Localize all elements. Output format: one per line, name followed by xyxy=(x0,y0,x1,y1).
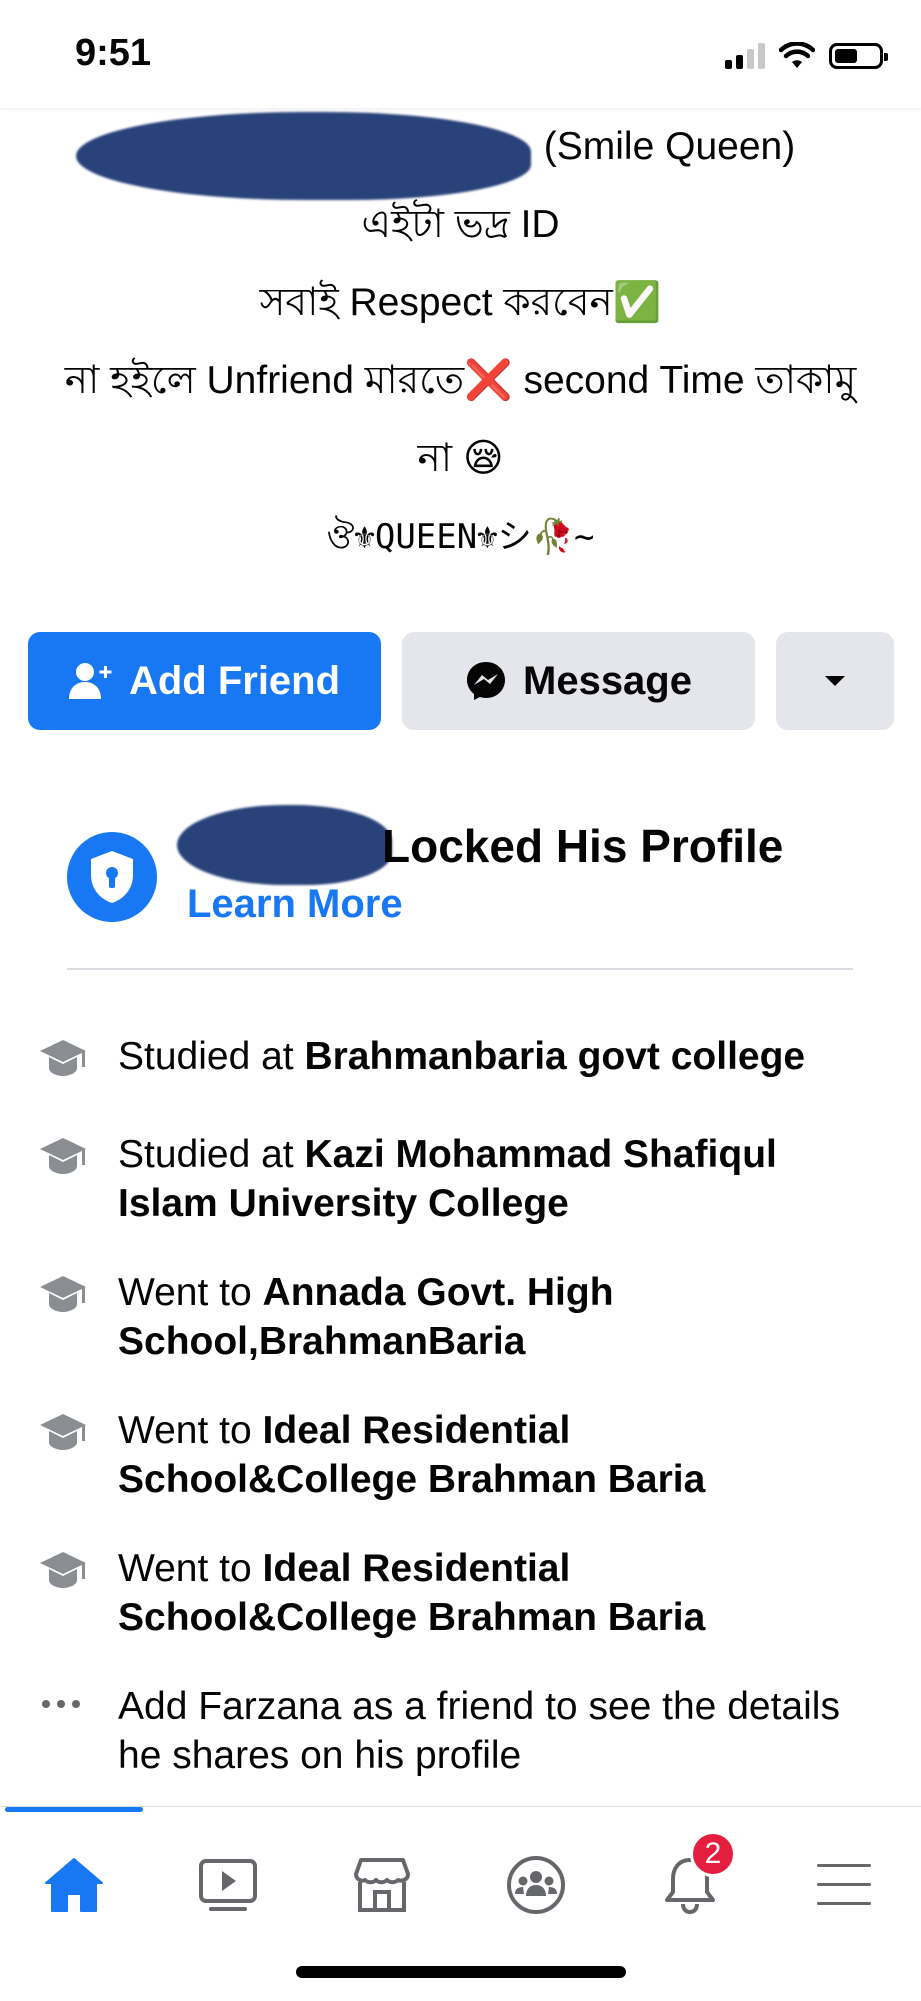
intro-text: Went to Ideal Residential School&College… xyxy=(118,1406,878,1504)
intro-text: Went to Ideal Residential School&College… xyxy=(118,1544,878,1642)
marketplace-icon xyxy=(354,1858,410,1912)
status-bar: 9:51 xyxy=(0,0,921,108)
home-icon xyxy=(45,1858,103,1912)
bio-name-line: (Smile Queen) xyxy=(0,108,921,200)
intro-more-text: Add Farzana as a friend to see the detai… xyxy=(118,1685,840,1777)
redacted-name-scribble-2 xyxy=(177,805,392,885)
status-time: 9:51 xyxy=(75,32,152,74)
bio-line-3: সবাই Respect করবেন✅ xyxy=(259,281,662,324)
locked-title: Locked His Profile xyxy=(382,820,784,872)
redacted-name-scribble xyxy=(76,112,531,200)
bio-line-5: না 😪 xyxy=(417,437,504,480)
home-indicator xyxy=(296,1966,626,1978)
add-person-icon xyxy=(68,663,112,699)
tab-watch[interactable] xyxy=(188,1845,268,1925)
profile-actions: Add Friend Message xyxy=(28,632,894,730)
intro-text: Went to Annada Govt. High School,Brahman… xyxy=(118,1268,878,1366)
battery-icon xyxy=(829,43,888,69)
intro-prefix: Went to xyxy=(118,1547,263,1590)
section-divider xyxy=(67,968,853,970)
intro-prefix: Studied at xyxy=(118,1133,305,1176)
watch-icon xyxy=(199,1859,257,1911)
bio-line-4: না হইলে Unfriend মারতে❌ second Time তাকা… xyxy=(64,359,857,402)
message-button[interactable]: Message xyxy=(402,632,755,730)
bio-line-2: এইটা ভদ্র ID xyxy=(361,203,560,246)
intro-prefix: Went to xyxy=(118,1409,263,1452)
cellular-signal-icon xyxy=(725,43,765,69)
graduation-cap-icon xyxy=(40,1414,86,1450)
bio-name-suffix: (Smile Queen) xyxy=(543,125,796,168)
intro-prefix: Went to xyxy=(118,1271,263,1314)
graduation-cap-icon xyxy=(40,1040,86,1076)
bio-line-6: ঔ⚜QUEEN⚜シ🥀~ xyxy=(326,517,595,557)
groups-icon xyxy=(507,1856,565,1914)
tab-notifications[interactable]: 2 xyxy=(650,1831,736,1925)
locked-profile-notice: Locked His Profile Learn More xyxy=(67,797,853,969)
message-label: Message xyxy=(523,658,692,703)
more-options-button[interactable] xyxy=(776,632,894,730)
caret-down-icon xyxy=(825,676,845,686)
active-tab-indicator xyxy=(5,1807,143,1812)
graduation-cap-icon xyxy=(40,1276,86,1312)
intro-text: Studied at Brahmanbaria govt college xyxy=(118,1032,878,1081)
tab-marketplace[interactable] xyxy=(342,1845,422,1925)
wifi-icon xyxy=(779,42,815,68)
tab-groups[interactable] xyxy=(496,1845,576,1925)
menu-icon xyxy=(817,1864,871,1905)
add-friend-button[interactable]: Add Friend xyxy=(28,632,381,730)
learn-more-link[interactable]: Learn More xyxy=(187,882,403,927)
graduation-cap-icon xyxy=(40,1138,86,1174)
more-dots-icon xyxy=(42,1700,80,1708)
intro-text: Studied at Kazi Mohammad Shafiqul Islam … xyxy=(118,1130,878,1228)
profile-bio: (Smile Queen) এইটা ভদ্র ID সবাই Respect … xyxy=(0,108,921,576)
status-icons xyxy=(725,42,888,70)
notifications-badge: 2 xyxy=(690,1831,736,1877)
locked-shield-badge xyxy=(67,832,157,922)
intro-place-link[interactable]: Brahmanbaria govt college xyxy=(304,1035,805,1078)
tab-menu[interactable] xyxy=(804,1845,884,1925)
shield-lock-icon xyxy=(91,851,133,903)
graduation-cap-icon xyxy=(40,1552,86,1588)
messenger-icon xyxy=(467,662,505,700)
intro-prefix: Studied at xyxy=(118,1035,305,1078)
tab-home[interactable] xyxy=(34,1845,114,1925)
add-friend-label: Add Friend xyxy=(128,658,341,703)
